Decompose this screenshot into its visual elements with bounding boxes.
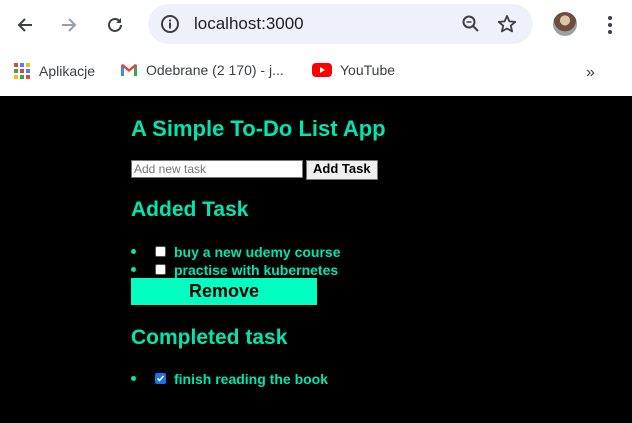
list-bullet xyxy=(131,376,136,381)
list-bullet xyxy=(131,249,136,254)
bookmark-star-icon[interactable] xyxy=(497,14,517,39)
completed-task-heading: Completed task xyxy=(131,326,288,349)
browser-toolbar: localhost:3000 xyxy=(0,0,632,50)
task-checkbox-checked[interactable] xyxy=(155,373,166,384)
menu-icon[interactable] xyxy=(600,13,620,42)
bookmarks-more-icon[interactable]: » xyxy=(586,64,595,82)
bookmark-label: Aplikacje xyxy=(39,63,96,79)
bookmark-gmail[interactable]: Odebrane (2 170) - j... xyxy=(120,62,284,78)
page-title: A Simple To-Do List App xyxy=(131,116,386,141)
remove-button[interactable]: Remove xyxy=(131,278,317,305)
profile-avatar[interactable] xyxy=(553,12,577,36)
task-label: finish reading the book xyxy=(174,370,329,387)
info-icon[interactable] xyxy=(160,14,180,39)
checkmark-icon xyxy=(156,375,165,382)
gmail-icon xyxy=(121,64,137,76)
list-item: finish reading the book xyxy=(131,370,328,387)
bookmark-label: Odebrane (2 170) - j... xyxy=(146,62,284,78)
url-text[interactable]: localhost:3000 xyxy=(194,14,304,34)
bookmark-label: YouTube xyxy=(340,62,396,78)
zoom-icon[interactable] xyxy=(461,14,481,39)
task-label: buy a new udemy course xyxy=(174,243,341,260)
apps-grid-icon xyxy=(14,63,30,79)
forward-icon[interactable] xyxy=(57,13,81,37)
reload-icon[interactable] xyxy=(103,13,127,37)
task-checkbox[interactable] xyxy=(155,264,166,275)
new-task-input[interactable] xyxy=(131,160,303,178)
list-item: practise with kubernetes xyxy=(131,261,338,278)
bookmarks-bar: Aplikacje Odebrane (2 170) - j... YouTub… xyxy=(0,50,632,96)
address-bar[interactable]: localhost:3000 xyxy=(148,4,533,44)
bookmark-youtube[interactable]: YouTube xyxy=(312,62,395,78)
added-task-heading: Added Task xyxy=(131,198,249,221)
task-checkbox[interactable] xyxy=(155,246,166,257)
back-icon[interactable] xyxy=(13,13,37,37)
list-item: buy a new udemy course xyxy=(131,243,341,260)
youtube-icon xyxy=(312,63,332,77)
browser-chrome: localhost:3000 Aplikacje Odebrane (2 170… xyxy=(0,0,632,96)
list-bullet xyxy=(131,267,136,272)
add-task-button[interactable]: Add Task xyxy=(306,160,378,180)
task-label: practise with kubernetes xyxy=(174,261,339,278)
bookmark-apps[interactable]: Aplikacje xyxy=(13,62,95,80)
